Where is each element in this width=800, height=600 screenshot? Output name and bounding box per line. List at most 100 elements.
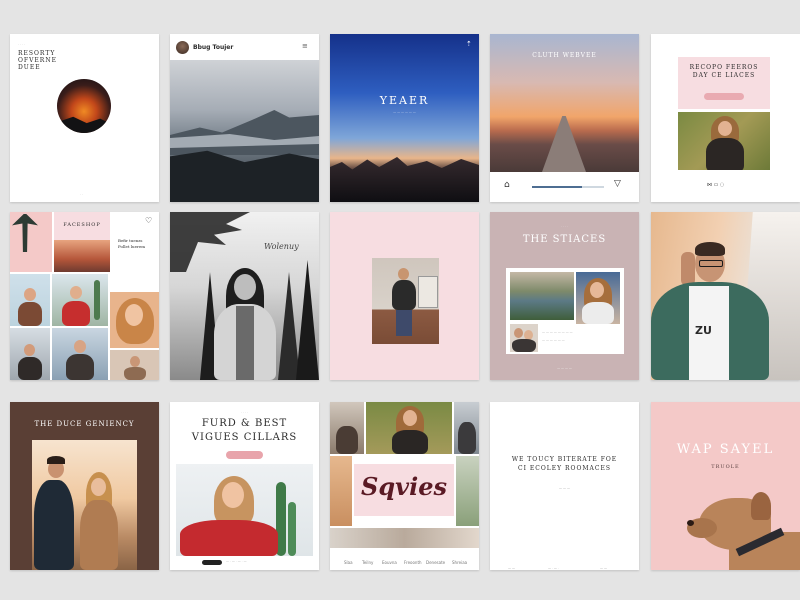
template-tile-13[interactable]: Sqvies Slaa Teilny Eouvna Freoonth Denes…	[330, 402, 479, 570]
lake-landscape-photo	[510, 272, 574, 320]
sunset-circle-photo	[57, 79, 111, 133]
top-photo-1	[330, 402, 364, 454]
couple-photo	[510, 324, 538, 352]
tile-heading-line-3: DUEE	[18, 64, 41, 71]
collage-photo-1	[10, 274, 50, 326]
heart-icon[interactable]: ♡	[145, 216, 152, 225]
template-tile-12[interactable]: · · · · FURD & BEST VIGUES CILLARS — · —…	[170, 402, 319, 570]
footer-mid: — · — ·	[548, 566, 559, 570]
tiny-caption: · · · ·	[241, 410, 248, 414]
desert-photo	[54, 240, 110, 272]
sky-title: YEAER	[379, 94, 430, 107]
template-tile-14[interactable]: WE TOUCY BITERATE FOE CI ECOLEY ROOMACES…	[490, 402, 639, 570]
heading-line-1: FURD & BEST	[201, 418, 288, 429]
nav-item-3[interactable]: Eouvna	[382, 560, 397, 565]
tshirt-print: ZU	[695, 324, 712, 337]
collage-photo-4	[10, 328, 50, 380]
dog-nose	[687, 520, 694, 526]
header-line-1: RECOPO FEEROS	[689, 64, 759, 71]
footer-right: — —	[600, 566, 607, 570]
left-photo	[330, 456, 352, 526]
right-photo	[456, 456, 479, 526]
progress-track[interactable]	[532, 186, 604, 188]
collage-photo-2	[52, 274, 108, 326]
duce-title: THE DUCE GENIENCY	[34, 420, 135, 428]
side-line-2: Pollet luerem	[118, 244, 146, 249]
nav-item-2[interactable]: Teilny	[362, 560, 373, 565]
dog-ear	[751, 492, 771, 520]
triangle-down-icon[interactable]: ▽	[614, 179, 621, 189]
footer-left: — —	[508, 566, 515, 570]
template-tile-7[interactable]: Wolenuy	[170, 212, 319, 380]
avatar	[176, 41, 189, 54]
template-tile-5[interactable]: RECOPO FEEROS DAY CE LIACES ⋈ ▭ ◌	[651, 34, 800, 202]
glasses-icon	[699, 260, 723, 267]
stiaces-title: THE STIACES	[522, 234, 607, 245]
wap-subtitle: TRUOLE	[711, 464, 740, 470]
man-raised-hand	[681, 252, 695, 286]
template-tile-4[interactable]: CLUTH WEBVEE ⌂ ▽	[490, 34, 639, 202]
text-line-1: WE TOUCY BITERATE FOE	[511, 456, 618, 463]
heading-line-2: VIGUES CILLARS	[191, 432, 298, 443]
mountain-landscape-photo	[170, 60, 319, 202]
script-title: Wolenuy	[264, 242, 299, 251]
share-icon[interactable]: ⇡	[466, 40, 472, 48]
tile-heading-line-1: RESORTY	[18, 50, 56, 57]
city-skyline	[330, 157, 479, 202]
woman-top	[236, 306, 254, 380]
top-photo-3	[454, 402, 479, 454]
home-icon[interactable]: ⌂	[504, 180, 510, 190]
tiny-caption: · · · ·	[18, 42, 25, 46]
card-text-2: — — — — — —	[542, 338, 565, 342]
collage-photo-3	[110, 292, 159, 348]
nav-item-1[interactable]: Slaa	[344, 560, 353, 565]
collage-photo-5	[52, 328, 108, 380]
couple-sunset-photo	[32, 440, 137, 570]
nav-item-4[interactable]: Freoonth	[404, 560, 422, 565]
header-line-2: DAY CE LIACES	[692, 72, 756, 79]
tiny-caption-bottom: — — — —	[557, 366, 572, 370]
text-line-2: CI ECOLEY ROOMACES	[518, 465, 611, 472]
nav-item-6[interactable]: Shreiaa	[452, 560, 467, 565]
profile-handle: Bbug Toujer	[193, 44, 234, 51]
template-tile-2[interactable]: Bbug Toujer ≡	[170, 34, 319, 202]
man-hair	[695, 242, 725, 256]
tree-branch-silhouette	[170, 212, 250, 272]
collage-photo-6	[110, 350, 159, 380]
woman-forest-photo	[678, 112, 770, 170]
woman-portrait-photo	[576, 272, 620, 324]
card-text: — — — — — — — —	[542, 330, 573, 334]
template-tile-8[interactable]	[330, 212, 479, 380]
sky-caption: — — — — — —	[393, 110, 416, 114]
template-tile-3[interactable]: ⇡ YEAER — — — — — —	[330, 34, 479, 202]
brand-wordmark: Sqvies	[361, 472, 447, 501]
menu-icon[interactable]: ≡	[302, 42, 308, 50]
side-line-1: Befir tuenzs	[118, 238, 143, 243]
template-tile-15[interactable]: WAP SAYEL TRUOLE	[651, 402, 800, 570]
footer-icons: ⋈ ▭ ◌	[707, 182, 725, 188]
template-tile-6[interactable]: FACESHOP ♡ Befir tuenzs Pollet luerem	[10, 212, 159, 380]
template-tile-11[interactable]: THE DUCE GENIENCY	[10, 402, 159, 570]
template-tile-10[interactable]: ZU	[651, 212, 800, 380]
tile-heading-line-2: OFVERNE	[18, 57, 57, 64]
pine-tree-right-2	[296, 260, 319, 380]
footer-links: — · — · — · —	[226, 559, 247, 563]
man-in-room-photo	[372, 258, 439, 344]
collage-header: FACESHOP	[63, 222, 101, 228]
wap-title: WAP SAYEL	[676, 442, 775, 457]
woman-red-top-photo	[176, 464, 313, 556]
dark-pill-button[interactable]	[202, 560, 222, 565]
progress-fill	[532, 186, 582, 188]
nav-item-5[interactable]: Denesate	[426, 560, 445, 565]
cta-button[interactable]	[226, 451, 263, 459]
road-title: CLUTH WEBVEE	[532, 52, 597, 59]
template-tile-1[interactable]: · · · · RESORTY OFVERNE DUEE · ·	[10, 34, 159, 202]
tiny-caption-top: · · · ·	[561, 224, 568, 228]
tiny-link[interactable]: — — —	[490, 486, 639, 490]
pine-tree-right-1	[278, 272, 300, 380]
template-tile-9[interactable]: · · · · THE STIACES — — — — — — — — — — …	[490, 212, 639, 380]
top-photo-2	[366, 402, 452, 454]
woman-face	[234, 274, 256, 300]
header-button[interactable]	[704, 93, 744, 100]
bottom-photo	[330, 528, 479, 548]
